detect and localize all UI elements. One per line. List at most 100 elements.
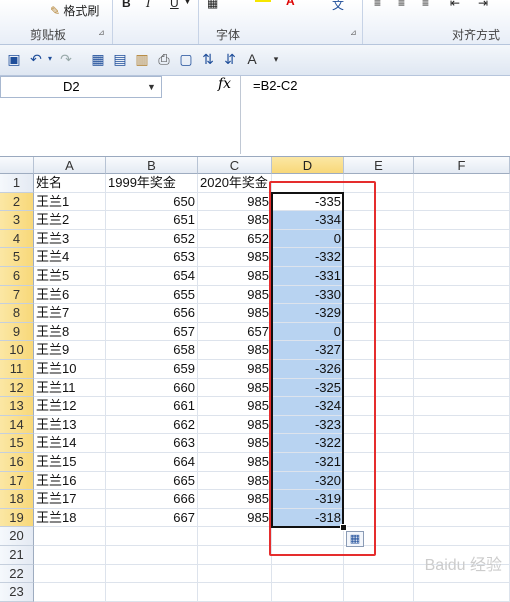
table-cell[interactable] (414, 360, 510, 379)
column-header-a[interactable]: A (34, 157, 106, 174)
row-header[interactable]: 8 (0, 304, 34, 323)
table-cell[interactable] (414, 415, 510, 435)
table-cell[interactable]: 985 (198, 192, 272, 212)
table-cell[interactable]: 652 (198, 229, 272, 249)
table-cell[interactable]: 王兰10 (34, 360, 106, 379)
row-header[interactable]: 17 (0, 471, 34, 491)
undo-dropdown-icon[interactable]: ▾ (42, 51, 58, 67)
table-cell[interactable]: -318 (272, 508, 344, 528)
table-cell[interactable] (198, 583, 272, 602)
table-cell[interactable] (272, 174, 344, 193)
table-cell[interactable]: 王兰7 (34, 304, 106, 323)
row-header[interactable]: 5 (0, 248, 34, 267)
table-cell[interactable] (34, 546, 106, 565)
table-cell[interactable] (272, 546, 344, 565)
table-cell[interactable]: 657 (106, 322, 198, 342)
table-cell[interactable]: 985 (198, 415, 272, 435)
table-cell[interactable]: 985 (198, 341, 272, 360)
table-cell[interactable] (414, 471, 510, 491)
row-header[interactable]: 11 (0, 360, 34, 379)
underline-button[interactable]: U (170, 0, 179, 10)
table-cell[interactable]: 王兰16 (34, 471, 106, 491)
table-cell[interactable]: -323 (272, 415, 344, 435)
table-cell[interactable]: 666 (106, 490, 198, 509)
row-header[interactable]: 6 (0, 267, 34, 286)
table-cell[interactable] (344, 415, 414, 435)
italic-button[interactable]: I (146, 0, 151, 10)
table-cell[interactable] (414, 508, 510, 528)
name-box[interactable]: D2 ▼ (0, 76, 162, 98)
table-cell[interactable]: 664 (106, 453, 198, 472)
table-cell[interactable] (414, 397, 510, 416)
table-cell[interactable]: 662 (106, 415, 198, 435)
table-cell[interactable] (198, 527, 272, 546)
table-cell[interactable]: -330 (272, 285, 344, 305)
spreadsheet-grid[interactable]: A B C D E F 1 姓名 1999年奖金 2020年奖金 2 王兰1 650 985 -335 3 王兰… (0, 157, 510, 602)
table-cell[interactable] (414, 322, 510, 342)
table-cell[interactable]: -327 (272, 341, 344, 360)
table-cell[interactable] (198, 546, 272, 565)
row-header[interactable]: 2 (0, 192, 34, 212)
table-cell[interactable]: 656 (106, 304, 198, 323)
row-header[interactable]: 21 (0, 546, 34, 565)
row-header[interactable]: 18 (0, 490, 34, 509)
table-cell[interactable]: 985 (198, 285, 272, 305)
table-cell[interactable]: 657 (198, 322, 272, 342)
table-cell[interactable] (272, 527, 344, 546)
column-header-c[interactable]: C (198, 157, 272, 174)
table-cell[interactable]: 王兰3 (34, 229, 106, 249)
table-cell[interactable]: 985 (198, 453, 272, 472)
row-header[interactable]: 12 (0, 378, 34, 398)
table-cell[interactable]: 985 (198, 267, 272, 286)
column-header-e[interactable]: E (344, 157, 414, 174)
borders-icon[interactable]: ▦ (207, 0, 218, 10)
fill-handle[interactable] (340, 524, 347, 532)
table-cell[interactable]: 985 (198, 360, 272, 379)
table-cell[interactable]: 650 (106, 192, 198, 212)
table-cell[interactable]: -325 (272, 378, 344, 398)
table-cell[interactable]: 985 (198, 397, 272, 416)
align-left-icon[interactable]: ≡ (374, 0, 381, 10)
table-cell[interactable]: 王兰15 (34, 453, 106, 472)
table-cell[interactable]: 659 (106, 360, 198, 379)
save-icon[interactable]: ▣ (6, 51, 22, 67)
table-cell[interactable] (414, 192, 510, 212)
row-header[interactable]: 9 (0, 322, 34, 342)
table-cell[interactable]: 985 (198, 508, 272, 528)
align-center-icon[interactable]: ≡ (398, 0, 405, 10)
table-cell[interactable]: 王兰6 (34, 285, 106, 305)
font-color-icon[interactable]: A (286, 0, 295, 8)
table-cell[interactable] (414, 583, 510, 602)
table-cell[interactable]: 651 (106, 211, 198, 230)
customize-toolbar-icon[interactable]: ▾ (268, 51, 284, 67)
table-cell[interactable] (198, 564, 272, 584)
table-cell[interactable] (344, 211, 414, 230)
table-cell[interactable] (344, 471, 414, 491)
table-cell[interactable] (344, 490, 414, 509)
phonetic-icon[interactable]: 文 (332, 0, 344, 13)
table-cell[interactable]: 2020年奖金 (198, 174, 272, 193)
table-cell[interactable] (414, 378, 510, 398)
table-icon[interactable]: ▦ (90, 51, 106, 67)
table-cell[interactable]: -324 (272, 397, 344, 416)
table-cell[interactable]: 王兰18 (34, 508, 106, 528)
table-cell[interactable] (344, 360, 414, 379)
fill-color-icon[interactable] (255, 0, 271, 2)
indent-increase-icon[interactable]: ⇥ (478, 0, 488, 10)
table-cell[interactable] (34, 583, 106, 602)
table-cell[interactable] (414, 453, 510, 472)
select-all-corner[interactable] (0, 157, 34, 174)
row-header[interactable]: 10 (0, 341, 34, 360)
table-cell[interactable]: 985 (198, 378, 272, 398)
table-cell[interactable]: 王兰12 (34, 397, 106, 416)
table-cell[interactable] (344, 285, 414, 305)
table-cell[interactable]: 0 (272, 229, 344, 249)
sort-descending-icon[interactable]: ⇵ (222, 51, 238, 67)
table-cell[interactable]: -331 (272, 267, 344, 286)
row-header[interactable]: 14 (0, 415, 34, 435)
table-cell[interactable]: 王兰5 (34, 267, 106, 286)
table-cell[interactable] (414, 341, 510, 360)
table-cell[interactable] (344, 583, 414, 602)
table-cell[interactable]: -329 (272, 304, 344, 323)
print-icon[interactable]: ⎙ (156, 51, 172, 67)
